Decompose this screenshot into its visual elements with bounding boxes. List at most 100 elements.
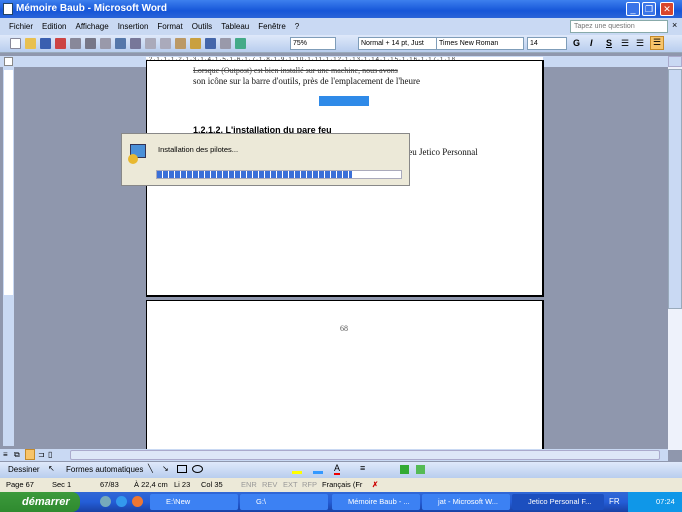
vertical-ruler-page [4,70,13,295]
title-bar: Mémoire Baub - Microsoft Word [0,0,682,18]
3d-icon[interactable] [416,465,425,474]
doc-text-line: son icône sur la barre d'outils, près de… [193,76,421,86]
taskbar-item-jat[interactable]: jat - Microsoft W... [422,494,510,510]
align-center-button[interactable]: ☰ [621,38,629,49]
taskbar: démarrer E:\New G:\ Mémoire Baub - ... j… [0,492,682,512]
desktop-icon[interactable] [100,496,111,507]
cut-icon[interactable] [145,38,156,49]
normal-view-icon[interactable]: ≡ [3,450,8,459]
menu-help[interactable]: ? [295,22,299,31]
line-style-icon[interactable]: ≡ [360,463,365,473]
maximize-button[interactable]: ❐ [642,2,656,16]
autoshapes-button[interactable]: Formes automatiques [66,465,143,474]
print-layout-icon[interactable] [25,449,35,460]
status-rec[interactable]: ENR [241,478,257,492]
menu-fichier[interactable]: Fichier [9,22,33,31]
progress-fill [157,171,353,178]
horizontal-scroll-thumb[interactable] [70,450,660,460]
save-icon[interactable] [40,38,51,49]
underline-button[interactable]: S [606,38,612,48]
language-indicator[interactable]: FR [609,497,620,506]
spelling-status-icon[interactable]: ✗ [372,478,378,492]
rectangle-icon[interactable] [177,465,187,473]
drawing-toolbar: Dessiner ↖ Formes automatiques ╲ ↘ A ≡ [0,462,682,478]
page-number: 68 [340,324,348,333]
menu-format[interactable]: Format [157,22,182,31]
shadow-icon[interactable] [400,465,409,474]
spelling-icon[interactable] [115,38,126,49]
dialog-message: Installation des pilotes... [158,145,239,154]
minimize-button[interactable]: _ [626,2,640,16]
clock: 07:24 [656,497,675,506]
bold-button[interactable]: G [573,38,580,48]
close-button[interactable]: ✕ [660,2,674,16]
print-preview-icon[interactable] [100,38,111,49]
undo-icon[interactable] [205,38,216,49]
menu-insertion[interactable]: Insertion [118,22,149,31]
permission-icon[interactable] [55,38,66,49]
status-trk[interactable]: REV [262,478,277,492]
ie-icon[interactable] [116,496,127,507]
menu-edition[interactable]: Edition [42,22,66,31]
word-icon [3,3,13,15]
status-line: Li 23 [174,480,191,489]
style-select[interactable]: Normal + 14 pt, Just [358,37,439,50]
reading-view-icon[interactable]: ▯ [48,450,52,459]
fill-color-icon[interactable] [292,465,302,474]
start-button[interactable]: démarrer [0,492,80,512]
align-right-button[interactable]: ☰ [636,38,644,49]
vertical-scrollbar[interactable] [668,56,682,450]
document-page[interactable]: 68 [146,300,544,460]
taskbar-item-jetico[interactable]: Jetico Personal F... [512,494,604,510]
justify-button[interactable]: ☰ [650,36,664,50]
format-painter-icon[interactable] [190,38,201,49]
status-language[interactable]: Français (Fr [322,478,362,492]
copy-icon[interactable] [160,38,171,49]
print-icon[interactable] [85,38,96,49]
italic-button[interactable]: I [590,38,593,48]
status-column: Col 35 [201,480,223,489]
scroll-up-button[interactable] [668,56,682,67]
firefox-icon[interactable] [132,496,143,507]
tab-selector[interactable] [4,57,13,66]
zoom-select[interactable]: 75% [290,37,336,50]
taskbar-item-explorer-new[interactable]: E:\New [150,494,238,510]
doc-text-line: e feu Jetico Personnal [399,147,478,157]
web-view-icon[interactable]: ⧉ [14,450,20,460]
select-objects-icon[interactable]: ↖ [48,464,55,473]
tray-image [319,96,369,106]
taskbar-item-memoire[interactable]: Mémoire Baub - ... [332,494,420,510]
email-icon[interactable] [70,38,81,49]
menu-outils[interactable]: Outils [192,22,212,31]
paste-icon[interactable] [175,38,186,49]
arrow-icon[interactable]: ↘ [162,464,169,473]
status-ext[interactable]: EXT [283,478,298,492]
menu-fenetre[interactable]: Fenêtre [258,22,286,31]
progress-bar [156,170,402,179]
font-size-select[interactable]: 14 [527,37,567,50]
hyperlink-icon[interactable] [235,38,246,49]
line-color-icon[interactable] [313,465,323,474]
draw-menu-button[interactable]: Dessiner [8,465,40,474]
status-bar: Page 67 Sec 1 67/83 À 22,4 cm Li 23 Col … [0,478,682,492]
outline-view-icon[interactable]: ⊐ [38,450,45,459]
horizontal-scrollbar-row: ≡ ⧉ ⊐ ▯ [0,449,668,461]
line-icon[interactable]: ╲ [148,464,153,473]
status-position: À 22,4 cm [134,480,168,489]
menu-tableau[interactable]: Tableau [221,22,249,31]
system-tray: 07:24 [628,492,682,512]
font-select[interactable]: Times New Roman [436,37,524,50]
research-icon[interactable] [130,38,141,49]
status-ovr[interactable]: RFP [302,478,317,492]
scroll-thumb[interactable] [668,69,682,309]
close-doc-icon[interactable]: × [672,20,677,30]
oval-icon[interactable] [192,465,203,473]
ask-question-input[interactable]: Tapez une question [570,20,668,33]
open-icon[interactable] [25,38,36,49]
font-color-icon[interactable]: A [334,463,341,475]
taskbar-item-explorer-g[interactable]: G:\ [240,494,328,510]
new-icon[interactable] [10,38,21,49]
redo-icon[interactable] [220,38,231,49]
menu-affichage[interactable]: Affichage [75,22,108,31]
doc-text-line: Lorsque (Outpost) est bien installé sur … [193,66,398,75]
